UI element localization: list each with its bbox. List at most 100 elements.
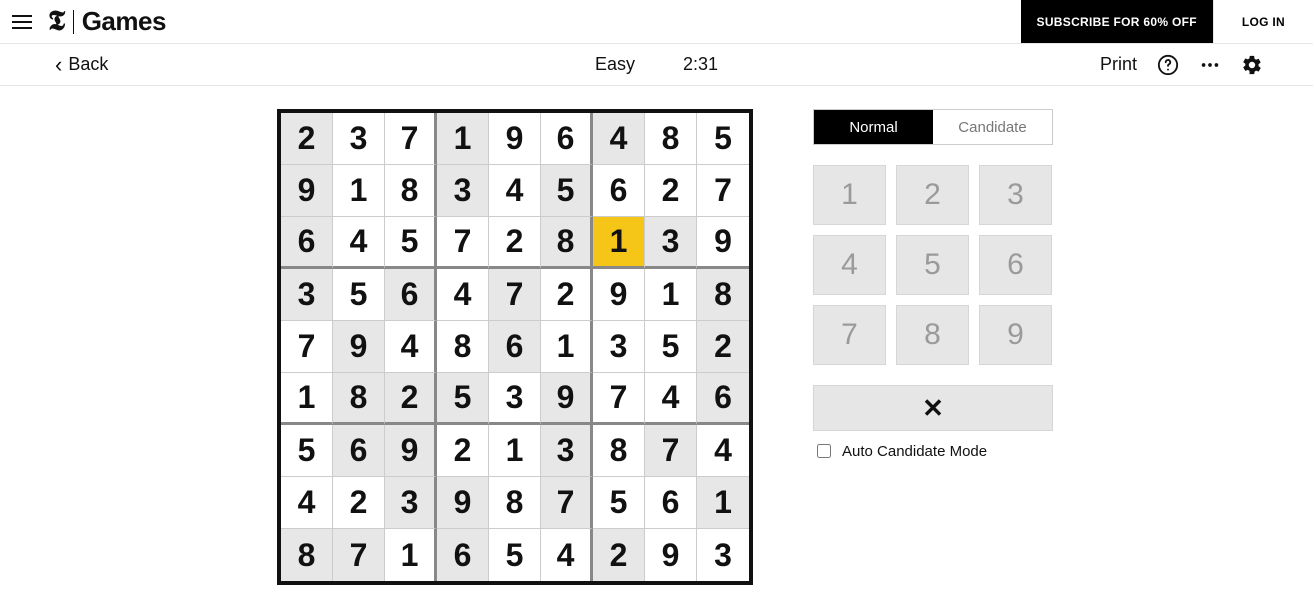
sudoku-cell[interactable]: 9 [333,321,385,373]
sudoku-cell[interactable]: 4 [541,529,593,581]
sudoku-cell[interactable]: 2 [385,373,437,425]
sudoku-cell[interactable]: 3 [541,425,593,477]
sudoku-cell[interactable]: 3 [593,321,645,373]
login-button[interactable]: LOG IN [1213,0,1313,43]
key-9[interactable]: 9 [979,305,1052,365]
sudoku-cell[interactable]: 5 [645,321,697,373]
tab-normal[interactable]: Normal [814,110,933,144]
sudoku-cell[interactable]: 7 [385,113,437,165]
sudoku-cell[interactable]: 7 [437,217,489,269]
sudoku-cell[interactable]: 7 [645,425,697,477]
sudoku-cell[interactable]: 9 [281,165,333,217]
sudoku-cell[interactable]: 5 [697,113,749,165]
sudoku-cell[interactable]: 6 [333,425,385,477]
sudoku-cell[interactable]: 6 [489,321,541,373]
sudoku-cell[interactable]: 5 [541,165,593,217]
settings-icon[interactable] [1241,54,1263,76]
sudoku-cell[interactable]: 3 [645,217,697,269]
sudoku-cell[interactable]: 5 [281,425,333,477]
sudoku-cell[interactable]: 1 [385,529,437,581]
sudoku-cell[interactable]: 3 [489,373,541,425]
sudoku-cell[interactable]: 8 [593,425,645,477]
key-4[interactable]: 4 [813,235,886,295]
sudoku-cell[interactable]: 8 [385,165,437,217]
sudoku-cell[interactable]: 3 [697,529,749,581]
sudoku-cell[interactable]: 9 [385,425,437,477]
key-5[interactable]: 5 [896,235,969,295]
sudoku-cell[interactable]: 4 [593,113,645,165]
sudoku-cell[interactable]: 1 [593,217,645,269]
sudoku-cell[interactable]: 6 [281,217,333,269]
sudoku-cell[interactable]: 9 [489,113,541,165]
sudoku-cell[interactable]: 3 [333,113,385,165]
sudoku-cell[interactable]: 8 [541,217,593,269]
sudoku-cell[interactable]: 7 [281,321,333,373]
sudoku-cell[interactable]: 7 [489,269,541,321]
sudoku-cell[interactable]: 5 [437,373,489,425]
auto-candidate-checkbox[interactable] [817,444,831,458]
key-7[interactable]: 7 [813,305,886,365]
key-1[interactable]: 1 [813,165,886,225]
sudoku-cell[interactable]: 1 [333,165,385,217]
sudoku-cell[interactable]: 2 [281,113,333,165]
sudoku-cell[interactable]: 5 [385,217,437,269]
subscribe-button[interactable]: SUBSCRIBE FOR 60% OFF [1021,0,1213,43]
key-2[interactable]: 2 [896,165,969,225]
sudoku-cell[interactable]: 9 [541,373,593,425]
sudoku-cell[interactable]: 6 [541,113,593,165]
sudoku-cell[interactable]: 1 [489,425,541,477]
sudoku-cell[interactable]: 6 [385,269,437,321]
sudoku-cell[interactable]: 4 [697,425,749,477]
sudoku-cell[interactable]: 6 [645,477,697,529]
sudoku-cell[interactable]: 7 [697,165,749,217]
sudoku-cell[interactable]: 6 [593,165,645,217]
key-6[interactable]: 6 [979,235,1052,295]
key-8[interactable]: 8 [896,305,969,365]
sudoku-cell[interactable]: 8 [333,373,385,425]
sudoku-cell[interactable]: 6 [697,373,749,425]
sudoku-cell[interactable]: 9 [697,217,749,269]
sudoku-cell[interactable]: 8 [281,529,333,581]
sudoku-cell[interactable]: 8 [697,269,749,321]
sudoku-cell[interactable]: 1 [541,321,593,373]
sudoku-cell[interactable]: 3 [437,165,489,217]
sudoku-cell[interactable]: 4 [645,373,697,425]
sudoku-cell[interactable]: 8 [489,477,541,529]
auto-candidate-row[interactable]: Auto Candidate Mode [813,441,1053,461]
print-button[interactable]: Print [1100,54,1137,75]
sudoku-cell[interactable]: 2 [489,217,541,269]
sudoku-cell[interactable]: 4 [385,321,437,373]
sudoku-cell[interactable]: 4 [489,165,541,217]
sudoku-cell[interactable]: 6 [437,529,489,581]
sudoku-cell[interactable]: 5 [333,269,385,321]
sudoku-cell[interactable]: 1 [697,477,749,529]
sudoku-cell[interactable]: 2 [645,165,697,217]
sudoku-cell[interactable]: 4 [281,477,333,529]
sudoku-cell[interactable]: 7 [541,477,593,529]
help-icon[interactable] [1157,54,1179,76]
sudoku-cell[interactable]: 5 [593,477,645,529]
sudoku-cell[interactable]: 9 [645,529,697,581]
sudoku-cell[interactable]: 4 [437,269,489,321]
back-button[interactable]: ‹ Back [55,54,108,76]
sudoku-cell[interactable]: 7 [333,529,385,581]
menu-icon[interactable] [4,9,40,35]
more-icon[interactable] [1199,54,1221,76]
sudoku-cell[interactable]: 2 [541,269,593,321]
sudoku-cell[interactable]: 1 [281,373,333,425]
sudoku-cell[interactable]: 2 [437,425,489,477]
tab-candidate[interactable]: Candidate [933,110,1052,144]
sudoku-cell[interactable]: 8 [645,113,697,165]
sudoku-cell[interactable]: 3 [281,269,333,321]
sudoku-cell[interactable]: 2 [697,321,749,373]
sudoku-cell[interactable]: 8 [437,321,489,373]
sudoku-cell[interactable]: 3 [385,477,437,529]
sudoku-cell[interactable]: 7 [593,373,645,425]
sudoku-cell[interactable]: 2 [593,529,645,581]
sudoku-board[interactable]: 2371964859183456276457281393564729187948… [277,109,753,585]
key-3[interactable]: 3 [979,165,1052,225]
sudoku-cell[interactable]: 4 [333,217,385,269]
sudoku-cell[interactable]: 1 [645,269,697,321]
erase-button[interactable]: ✕ [813,385,1053,431]
sudoku-cell[interactable]: 1 [437,113,489,165]
